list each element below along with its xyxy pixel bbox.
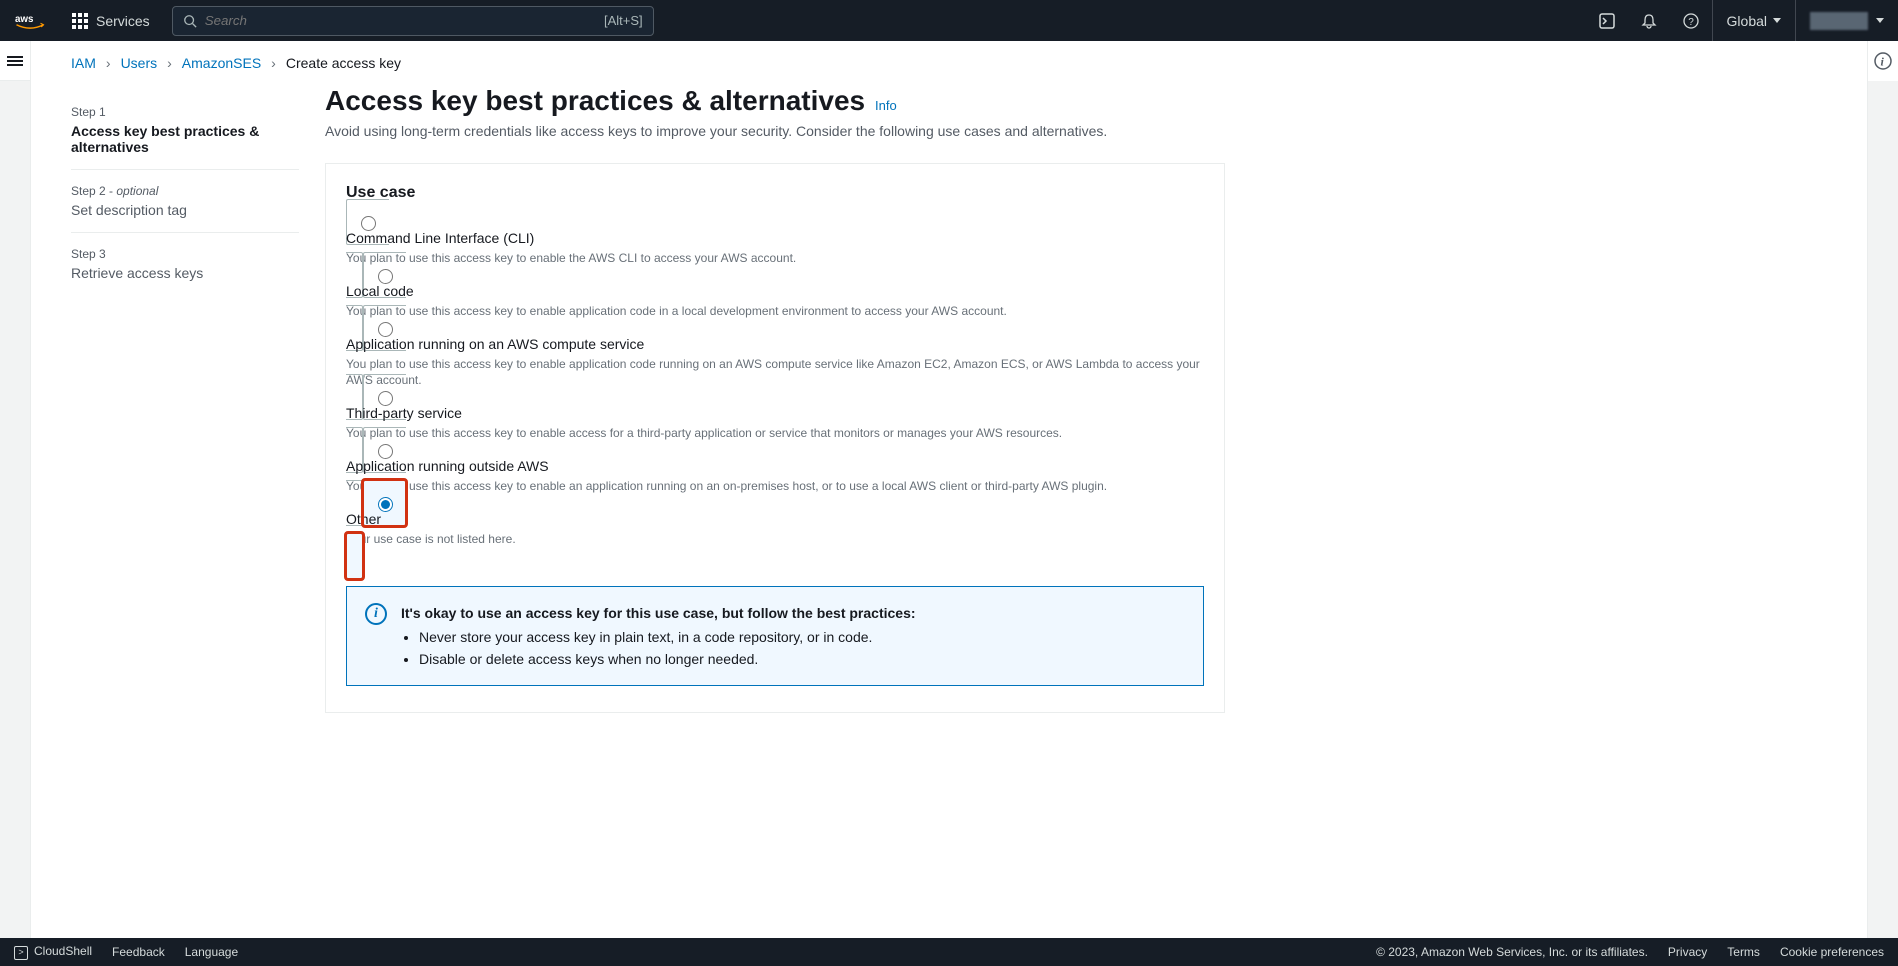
chevron-right-icon: › xyxy=(106,55,111,71)
radio-local-code[interactable] xyxy=(378,269,393,284)
svg-text:i: i xyxy=(1881,55,1885,69)
radio-aws-compute[interactable] xyxy=(378,322,393,337)
radio-cli[interactable] xyxy=(361,216,376,231)
radio-other[interactable] xyxy=(378,497,393,512)
search-shortcut: [Alt+S] xyxy=(604,13,643,28)
footer-copyright: © 2023, Amazon Web Services, Inc. or its… xyxy=(1376,945,1648,959)
help-icon[interactable]: ? xyxy=(1670,0,1712,41)
radio-third-party[interactable] xyxy=(378,391,393,406)
breadcrumb: IAM › Users › AmazonSES › Create access … xyxy=(31,41,1867,85)
search-icon xyxy=(183,14,197,28)
tile-title: Other xyxy=(346,511,1204,527)
aws-logo[interactable]: aws xyxy=(0,12,60,30)
step-1[interactable]: Step 1 Access key best practices & alter… xyxy=(71,91,299,170)
best-practice-item: Never store your access key in plain tex… xyxy=(419,629,1185,645)
tile-desc: You plan to use this access key to enabl… xyxy=(346,250,1204,267)
services-label: Services xyxy=(96,13,150,29)
side-nav-toggle[interactable] xyxy=(0,41,30,81)
tile-desc: Your use case is not listed here. xyxy=(346,531,1204,548)
caret-down-icon xyxy=(1773,18,1781,23)
best-practices-list: Never store your access key in plain tex… xyxy=(401,629,1185,667)
main-column: Access key best practices & alternatives… xyxy=(299,85,1827,904)
footer-terms[interactable]: Terms xyxy=(1727,945,1760,959)
step-number: Step 2 - optional xyxy=(71,184,299,198)
svg-text:?: ? xyxy=(1688,17,1694,28)
notifications-icon[interactable] xyxy=(1628,0,1670,41)
footer-privacy[interactable]: Privacy xyxy=(1668,945,1707,959)
step-title: Access key best practices & alternatives xyxy=(71,123,299,155)
footer: CloudShell Feedback Language © 2023, Ama… xyxy=(0,938,1898,966)
tile-desc: You plan to use this access key to enabl… xyxy=(346,303,1204,320)
page-subtitle: Avoid using long-term credentials like a… xyxy=(325,123,1827,139)
region-label: Global xyxy=(1727,13,1767,29)
cloudshell-icon xyxy=(14,946,28,960)
tile-desc: You plan to use this access key to enabl… xyxy=(346,356,1204,390)
panel-title: Use case xyxy=(346,184,1204,202)
footer-cookies[interactable]: Cookie preferences xyxy=(1780,945,1884,959)
step-number: Step 1 xyxy=(71,105,299,119)
breadcrumb-users[interactable]: Users xyxy=(121,55,158,71)
region-selector[interactable]: Global xyxy=(1712,0,1795,41)
use-case-panel: Use case Command Line Interface (CLI) Yo… xyxy=(325,163,1225,713)
page-title: Access key best practices & alternatives xyxy=(325,85,865,116)
breadcrumb-current: Create access key xyxy=(286,55,401,71)
chevron-right-icon: › xyxy=(167,55,172,71)
use-case-aws-compute[interactable]: Application running on an AWS compute se… xyxy=(346,305,1204,421)
help-panel-toggle[interactable]: i xyxy=(1868,41,1898,81)
breadcrumb-iam[interactable]: IAM xyxy=(71,55,96,71)
cloudshell-icon[interactable] xyxy=(1586,0,1628,41)
best-practice-item: Disable or delete access keys when no lo… xyxy=(419,651,1185,667)
hamburger-icon xyxy=(7,54,23,68)
search-box[interactable]: [Alt+S] xyxy=(172,6,654,36)
info-icon: i xyxy=(365,603,387,625)
tile-desc: You plan to use this access key to enabl… xyxy=(346,478,1204,495)
radio-outside-aws[interactable] xyxy=(378,444,393,459)
footer-cloudshell[interactable]: CloudShell xyxy=(14,944,92,960)
grid-icon xyxy=(72,13,88,29)
svg-text:aws: aws xyxy=(15,13,34,24)
step-2[interactable]: Step 2 - optional Set description tag xyxy=(71,170,299,233)
caret-down-icon xyxy=(1876,18,1884,23)
step-title: Set description tag xyxy=(71,202,299,218)
topnav-right: ? Global xyxy=(1586,0,1898,41)
info-box-title: It's okay to use an access key for this … xyxy=(401,605,1185,621)
main-shell: IAM › Users › AmazonSES › Create access … xyxy=(30,41,1868,938)
search-input[interactable] xyxy=(205,13,604,28)
tile-desc: You plan to use this access key to enabl… xyxy=(346,425,1204,442)
content: Step 1 Access key best practices & alter… xyxy=(31,85,1867,934)
chevron-right-icon: › xyxy=(271,55,276,71)
tile-title: Local code xyxy=(346,283,1204,299)
step-number: Step 3 xyxy=(71,247,299,261)
tile-title: Application running on an AWS compute se… xyxy=(346,336,1204,352)
account-menu[interactable] xyxy=(1795,0,1898,41)
tile-title: Application running outside AWS xyxy=(346,458,1204,474)
footer-feedback[interactable]: Feedback xyxy=(112,945,165,959)
footer-language[interactable]: Language xyxy=(185,945,238,959)
services-menu[interactable]: Services xyxy=(60,13,162,29)
step-title: Retrieve access keys xyxy=(71,265,299,281)
top-navigation: aws Services [Alt+S] ? Global xyxy=(0,0,1898,41)
best-practices-info: i It's okay to use an access key for thi… xyxy=(346,586,1204,686)
tile-title: Command Line Interface (CLI) xyxy=(346,230,1204,246)
account-name-redacted xyxy=(1810,12,1868,30)
breadcrumb-user[interactable]: AmazonSES xyxy=(182,55,261,71)
tile-title: Third-party service xyxy=(346,405,1204,421)
info-link[interactable]: Info xyxy=(875,98,897,113)
step-3[interactable]: Step 3 Retrieve access keys xyxy=(71,233,299,295)
wizard-steps: Step 1 Access key best practices & alter… xyxy=(71,85,299,904)
